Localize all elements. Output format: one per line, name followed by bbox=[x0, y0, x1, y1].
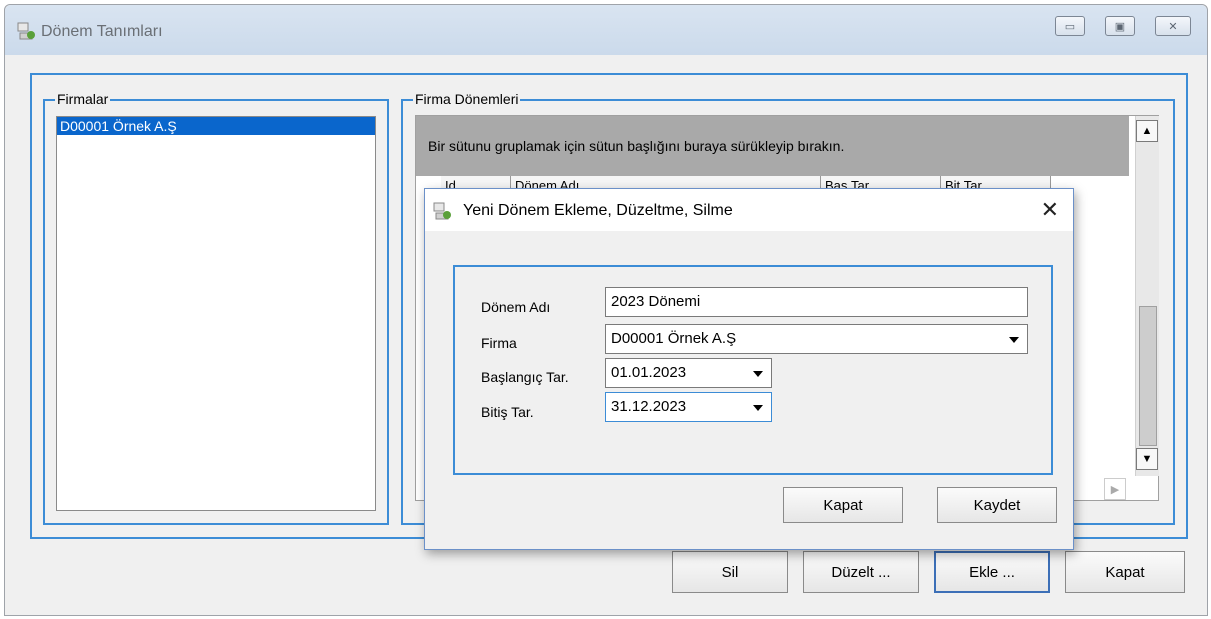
firma-donemleri-label: Firma Dönemleri bbox=[413, 91, 521, 107]
dialog-close-icon[interactable]: ✕ bbox=[1041, 197, 1059, 223]
dialog-kaydet-button[interactable]: Kaydet bbox=[937, 487, 1057, 523]
firma-value: D00001 Örnek A.Ş bbox=[611, 330, 737, 347]
scroll-thumb[interactable] bbox=[1139, 306, 1157, 446]
minimize-icon: ▭ bbox=[1064, 20, 1076, 33]
scroll-up-icon[interactable]: ▲ bbox=[1136, 120, 1158, 142]
maximize-icon: ▣ bbox=[1114, 20, 1126, 33]
duzelt-button[interactable]: Düzelt ... bbox=[803, 551, 919, 593]
sil-label: Sil bbox=[721, 563, 739, 581]
dialog-kaydet-label: Kaydet bbox=[973, 496, 1021, 514]
list-item[interactable]: D00001 Örnek A.Ş bbox=[57, 117, 375, 135]
dialog-app-icon bbox=[433, 202, 451, 220]
vertical-scrollbar[interactable]: ▲ ▼ bbox=[1135, 116, 1159, 476]
donem-adi-value: 2023 Dönemi bbox=[611, 293, 701, 310]
firmalar-list[interactable]: D00001 Örnek A.Ş bbox=[56, 116, 376, 511]
firma-select[interactable]: D00001 Örnek A.Ş bbox=[605, 324, 1028, 354]
chevron-down-icon bbox=[753, 405, 763, 411]
close-button[interactable]: ✕ bbox=[1155, 16, 1191, 36]
group-by-panel[interactable]: Bir sütunu gruplamak için sütun başlığın… bbox=[416, 116, 1129, 176]
donem-adi-input[interactable]: 2023 Dönemi bbox=[605, 287, 1028, 317]
firmalar-label: Firmalar bbox=[55, 91, 111, 107]
bitis-value: 31.12.2023 bbox=[611, 398, 687, 415]
minimize-button[interactable]: ▭ bbox=[1055, 16, 1085, 36]
kapat-button[interactable]: Kapat bbox=[1065, 551, 1185, 593]
scroll-right-icon[interactable]: ▶ bbox=[1104, 478, 1126, 500]
dialog-title: Yeni Dönem Ekleme, Düzeltme, Silme bbox=[463, 202, 733, 219]
dialog-kapat-button[interactable]: Kapat bbox=[783, 487, 903, 523]
bitis-label: Bitiş Tar. bbox=[481, 404, 534, 420]
firma-label: Firma bbox=[481, 335, 517, 351]
duzelt-label: Düzelt ... bbox=[831, 563, 891, 581]
dialog-kapat-label: Kapat bbox=[823, 496, 863, 514]
baslangic-label: Başlangıç Tar. bbox=[481, 369, 569, 385]
main-titlebar: Dönem Tanımları ▭ ▣ ✕ bbox=[5, 5, 1207, 55]
ekle-label: Ekle ... bbox=[969, 563, 1015, 581]
baslangic-date[interactable]: 01.01.2023 bbox=[605, 358, 772, 388]
sil-button[interactable]: Sil bbox=[672, 551, 788, 593]
bitis-date[interactable]: 31.12.2023 bbox=[605, 392, 772, 422]
chevron-down-icon bbox=[753, 371, 763, 377]
window-title: Dönem Tanımları bbox=[41, 23, 163, 40]
donem-dialog: Yeni Dönem Ekleme, Düzeltme, Silme ✕ Dön… bbox=[424, 188, 1074, 550]
chevron-down-icon bbox=[1009, 337, 1019, 343]
ekle-button[interactable]: Ekle ... bbox=[934, 551, 1050, 593]
close-icon: ✕ bbox=[1168, 20, 1178, 33]
kapat-label: Kapat bbox=[1105, 563, 1145, 581]
donem-form: Dönem Adı 2023 Dönemi Firma D00001 Örnek… bbox=[453, 265, 1053, 475]
dialog-titlebar: Yeni Dönem Ekleme, Düzeltme, Silme ✕ bbox=[425, 189, 1073, 231]
baslangic-value: 01.01.2023 bbox=[611, 364, 687, 381]
app-icon bbox=[17, 22, 35, 40]
scroll-down-icon[interactable]: ▼ bbox=[1136, 448, 1158, 470]
maximize-button[interactable]: ▣ bbox=[1105, 16, 1135, 36]
donem-adi-label: Dönem Adı bbox=[481, 299, 551, 315]
